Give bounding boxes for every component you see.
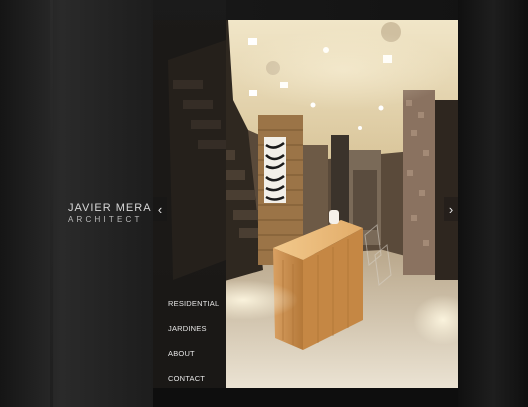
- nav-item-about[interactable]: ABOUT: [168, 347, 219, 372]
- chevron-left-icon: ‹: [157, 201, 163, 217]
- brand-name[interactable]: JAVIER MERA: [68, 203, 152, 214]
- nav-item-contact[interactable]: CONTACT: [168, 372, 219, 397]
- brand-subtitle: ARCHITECT: [68, 215, 143, 224]
- right-frame: [458, 0, 528, 407]
- nav-item-jardines[interactable]: JARDINES: [168, 322, 219, 347]
- main-navigation: RESIDENTIAL JARDINES ABOUT CONTACT: [168, 297, 219, 397]
- chevron-right-icon: ›: [448, 201, 454, 217]
- nav-item-residential[interactable]: RESIDENTIAL: [168, 297, 219, 322]
- gallery-prev-button[interactable]: ‹: [153, 197, 167, 221]
- brand-panel: JAVIER MERA ARCHITECT: [0, 0, 153, 407]
- gallery-next-button[interactable]: ›: [444, 197, 458, 221]
